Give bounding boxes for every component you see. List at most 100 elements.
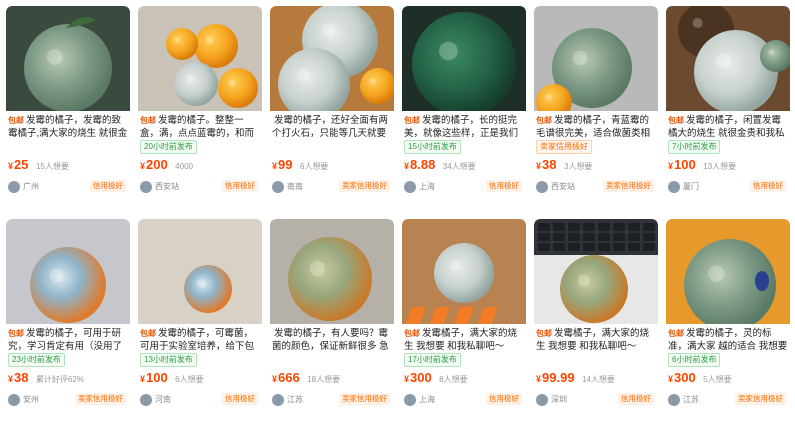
product-image[interactable] <box>402 219 526 324</box>
seller-name[interactable]: 安州 <box>23 394 39 406</box>
seller-name[interactable]: 西安站 <box>551 181 575 193</box>
product-image[interactable] <box>6 6 130 111</box>
product-card[interactable]: 包邮发霉的橘子，灵的标准，满大家 越的适合 我想要和我私聊吧～ 6小时前发布 ¥… <box>666 219 790 426</box>
price: ¥666 <box>272 370 300 385</box>
product-card[interactable]: 包邮发霉的橘子，青蓝霉的毛谱很完美，适合做菌类相关的调查 卖家信用极好 ¥38 … <box>534 6 658 213</box>
seller-avatar[interactable] <box>536 394 548 406</box>
seller-line: 上海 信用极好 <box>404 393 524 409</box>
want-count: 累计好评62% <box>35 375 84 384</box>
price-value: 200 <box>146 157 168 172</box>
product-title[interactable]: 包邮 发霉橘子，满大家的烧生 我想要 和我私聊吧～ <box>536 327 656 353</box>
seller-avatar[interactable] <box>404 394 416 406</box>
seller-name[interactable]: 江苏 <box>287 394 303 406</box>
seller-name[interactable]: 深圳 <box>551 394 567 406</box>
product-image[interactable] <box>138 219 262 324</box>
product-card[interactable]: 包邮发霉的橘子。整整一盒，满，点点蓝霉的，和而个很差 20小时前发布 ¥200 … <box>138 6 262 213</box>
listing-time-tag: 6小时前发布 <box>668 353 721 367</box>
seller-line: 安州 卖家信用极好 <box>8 393 128 409</box>
product-image[interactable] <box>402 6 526 111</box>
seller-line: 南南 卖家信用极好 <box>272 180 392 196</box>
price-line: ¥8.88 34人想要 <box>404 156 524 174</box>
price: ¥38 <box>8 370 28 385</box>
product-card[interactable]: 包邮 发霉橘子，满大家的烧生 我想要 和我私聊吧～ ¥99.99 14人想要 深圳… <box>534 219 658 426</box>
seller-avatar[interactable] <box>404 181 416 193</box>
product-title[interactable]: 包邮发霉的橘子，闲置发霉 橘大的烧生 就很金贵和我私聊吧～ <box>668 114 788 140</box>
product-image[interactable] <box>138 6 262 111</box>
free-shipping-badge: 包邮 <box>668 116 684 125</box>
seller-avatar[interactable] <box>8 181 20 193</box>
seller-line: 广州 信用极好 <box>8 180 128 196</box>
product-title[interactable]: 包邮 发霉的橘子，发霉的致霉橘子,满大家的烧生 就很金 <box>8 114 128 140</box>
price-value: 8.88 <box>410 157 436 172</box>
free-shipping-badge: 包邮 <box>404 329 420 338</box>
seller-credit-badge: 信用极好 <box>618 393 654 405</box>
currency-symbol: ¥ <box>272 161 278 171</box>
listing-grid: 包邮 发霉的橘子，发霉的致霉橘子,满大家的烧生 就很金 ¥25 15人想要 广州 … <box>6 6 795 428</box>
price: ¥99.99 <box>536 370 575 385</box>
product-card[interactable]: 包邮发霉的橘子，可用于研究，学习肯定有用（没用了～ 23小时前发布 ¥38 累计… <box>6 219 130 426</box>
seller-avatar[interactable] <box>8 394 20 406</box>
product-title[interactable]: 发霉的橘子，有人要吗？霉菌的颜色，保证新鲜很多 急卖了 <box>272 327 392 353</box>
seller-name[interactable]: 西安站 <box>155 181 179 193</box>
product-title[interactable]: 包邮发霉的橘子，可霉菌，可用于实验室培养，给下包邮 感 <box>140 327 260 353</box>
seller-name[interactable]: 上海 <box>419 394 435 406</box>
seller-name[interactable]: 广州 <box>23 181 39 193</box>
want-count: 3人想要 <box>563 162 593 171</box>
product-card[interactable]: 发霉的橘子，还好全面有两个打火石，只能等几天就要出来 ¥99 6人想要 南南 卖… <box>270 6 394 213</box>
seller-name[interactable]: 上海 <box>419 181 435 193</box>
seller-credit-badge: 卖家信用极好 <box>339 393 390 405</box>
seller-line: 上海 信用极好 <box>404 180 524 196</box>
product-title-text: 发霉的橘子，闲置发霉 橘大的烧生 就很金贵和我私聊吧～ <box>668 115 785 139</box>
price-value: 25 <box>14 157 29 172</box>
product-title[interactable]: 包邮发霉的橘子，青蓝霉的毛谱很完美，适合做菌类相关的调查 <box>536 114 656 140</box>
product-image[interactable] <box>270 6 394 111</box>
product-card[interactable]: 包邮 发霉橘子，满大家的烧生 我想要 和我私聊吧～ 17小时前发布 ¥300 8人… <box>402 219 526 426</box>
product-card[interactable]: 发霉的橘子，有人要吗？霉菌的颜色，保证新鲜很多 急卖了 ¥666 18人想要 江… <box>270 219 394 426</box>
seller-name[interactable]: 南南 <box>287 181 303 193</box>
price: ¥300 <box>668 370 696 385</box>
price-value: 38 <box>542 157 557 172</box>
product-card[interactable]: 包邮发霉的橘子，可霉菌，可用于实验室培养，给下包邮 感 13小时前发布 ¥100… <box>138 219 262 426</box>
seller-name[interactable]: 厦门 <box>683 181 699 193</box>
seller-avatar[interactable] <box>140 394 152 406</box>
product-title[interactable]: 包邮发霉的橘子。整整一盒，满，点点蓝霉的，和而个很差 <box>140 114 260 140</box>
want-count: 5人想要 <box>703 375 732 384</box>
product-title[interactable]: 包邮 发霉橘子，满大家的烧生 我想要 和我私聊吧～ <box>404 327 524 353</box>
product-title-text: 发霉的橘子，可用于研究，学习肯定有用（没用了～ <box>8 328 123 352</box>
currency-symbol: ¥ <box>404 374 410 384</box>
product-image[interactable] <box>534 6 658 111</box>
price-value: 300 <box>674 370 696 385</box>
product-card[interactable]: 包邮发霉的橘子，闲置发霉 橘大的烧生 就很金贵和我私聊吧～ 7小时前发布 ¥10… <box>666 6 790 213</box>
product-card[interactable]: 包邮发霉的橘子，长的挺完美，就像这些样，正是我们要们想要霉 15小时前发布 ¥8… <box>402 6 526 213</box>
want-count: 18人想要 <box>307 375 341 384</box>
product-image[interactable] <box>534 219 658 324</box>
currency-symbol: ¥ <box>8 374 14 384</box>
product-image[interactable] <box>270 219 394 324</box>
currency-symbol: ¥ <box>668 161 674 171</box>
product-title-text: 发霉的橘子，有人要吗？霉菌的颜色，保证新鲜很多 急卖了 <box>272 328 389 352</box>
price: ¥25 <box>8 157 28 172</box>
product-title-text: 发霉的橘子，可霉菌，可用于实验室培养，给下包邮 感 <box>140 328 255 352</box>
product-title[interactable]: 包邮发霉的橘子，灵的标准，满大家 越的适合 我想要和我私聊吧～ <box>668 327 788 353</box>
seller-avatar[interactable] <box>536 181 548 193</box>
price-value: 38 <box>14 370 29 385</box>
seller-avatar[interactable] <box>668 394 680 406</box>
product-image[interactable] <box>666 6 790 111</box>
seller-name[interactable]: 江苏 <box>683 394 699 406</box>
seller-credit-badge: 卖家信用极好 <box>735 393 786 405</box>
seller-name[interactable]: 河南 <box>155 394 171 406</box>
seller-avatar[interactable] <box>272 181 284 193</box>
seller-avatar[interactable] <box>668 181 680 193</box>
product-image[interactable] <box>666 219 790 324</box>
price: ¥200 <box>140 157 168 172</box>
listing-time-tag: 15小时前发布 <box>404 140 461 154</box>
product-title-text: 发霉的橘子，长的挺完美，就像这些样，正是我们要们想要霉 <box>404 115 519 139</box>
seller-avatar[interactable] <box>140 181 152 193</box>
product-title[interactable]: 发霉的橘子，还好全面有两个打火石，只能等几天就要出来 <box>272 114 392 140</box>
seller-avatar[interactable] <box>272 394 284 406</box>
seller-credit-badge: 卖家信用极好 <box>603 180 654 192</box>
product-title[interactable]: 包邮发霉的橘子，可用于研究，学习肯定有用（没用了～ <box>8 327 128 353</box>
product-image[interactable] <box>6 219 130 324</box>
product-title[interactable]: 包邮发霉的橘子，长的挺完美，就像这些样，正是我们要们想要霉 <box>404 114 524 140</box>
product-card[interactable]: 包邮 发霉的橘子，发霉的致霉橘子,满大家的烧生 就很金 ¥25 15人想要 广州 … <box>6 6 130 213</box>
